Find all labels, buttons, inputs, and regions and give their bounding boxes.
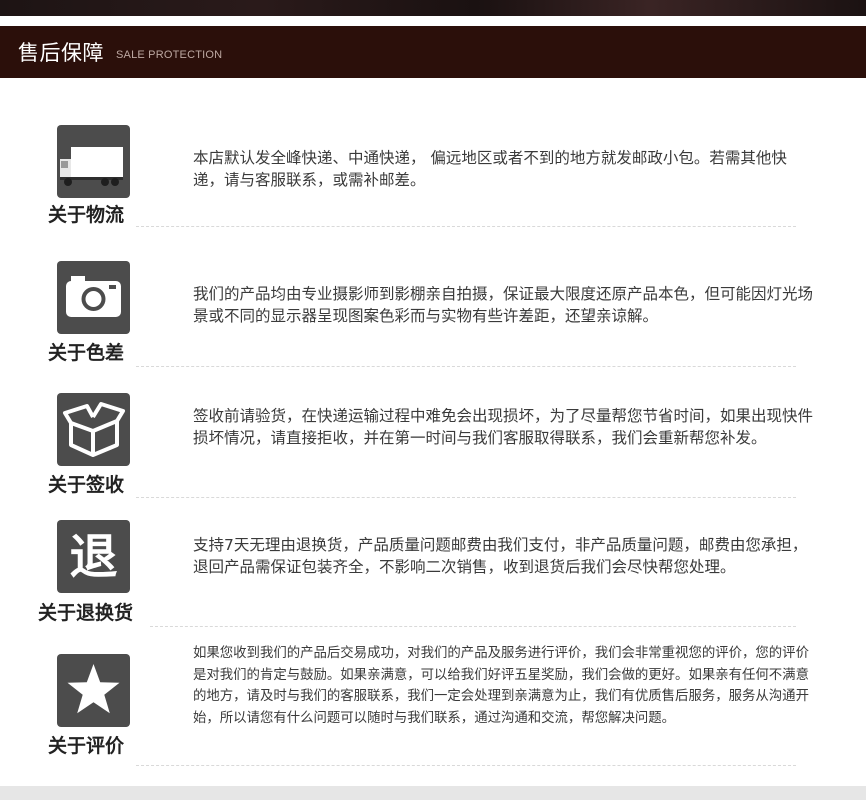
receipt-text: 签收前请验货，在快递运输过程中难免会出现损坏，为了尽量帮您节省时间，如果出现快件… [193,407,814,447]
footer-strip [0,786,866,800]
top-banner-strip [0,0,866,16]
truck-icon [57,125,130,198]
returns-text: 支持7天无理由退换货，产品质量问题邮费由我们支付，非产品质量问题，邮费由您承担，… [193,536,808,576]
divider [136,497,796,498]
return-glyph: 退 [69,528,118,585]
return-icon: 退 [57,520,130,593]
divider [136,765,796,766]
receipt-label: 关于签收 [48,474,125,496]
logistics-text: 本店默认发全峰快递、中通快递， 偏远地区或者不到的地方就发邮政小包。若需其他快递… [193,149,787,189]
open-box-icon [57,393,130,466]
divider [150,626,796,627]
color-text: 我们的产品均由专业摄影师到影棚亲自拍摄，保证最大限度还原产品本色，但可能因灯光场… [193,285,814,325]
page-title: 售后保障 [18,41,104,65]
divider [136,226,796,227]
divider [136,366,796,367]
returns-label: 关于退换货 [38,602,134,624]
page-subtitle: SALE PROTECTION [116,48,223,61]
review-label: 关于评价 [48,735,125,757]
logistics-label: 关于物流 [48,204,125,226]
review-text: 如果您收到我们的产品后交易成功，对我们的产品及服务进行评价，我们会非常重视您的评… [193,646,809,726]
camera-icon [57,261,130,334]
section-header: 售后保障 SALE PROTECTION [0,26,866,78]
star-icon [57,654,130,727]
color-label: 关于色差 [48,342,125,364]
